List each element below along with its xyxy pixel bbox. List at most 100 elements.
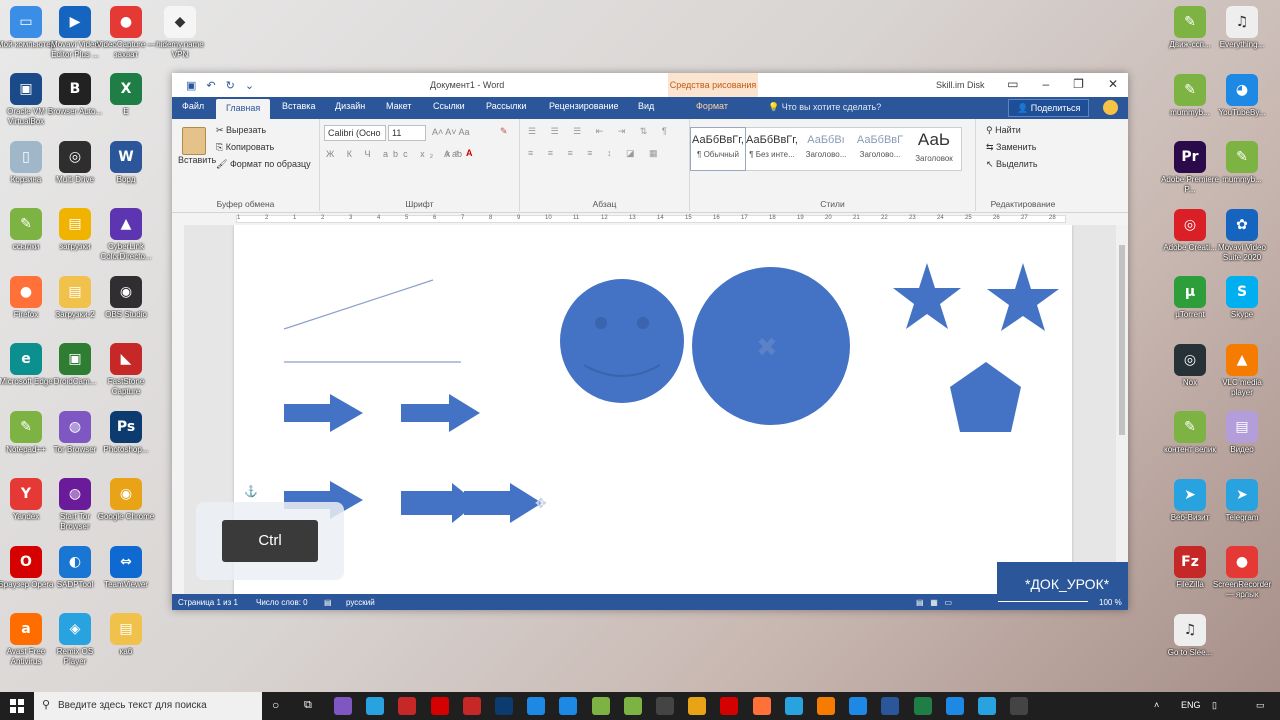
taskbar-app-icon-14[interactable]	[784, 697, 803, 715]
align-buttons[interactable]: ≡ ≡ ≡ ≡ ↕ ◪ ▦	[528, 148, 664, 159]
clear-format-icon[interactable]: ✎	[500, 126, 508, 137]
tab-mailings[interactable]: Рассылки	[486, 101, 526, 111]
vertical-ruler[interactable]	[172, 225, 184, 595]
right-desktop-icon-7[interactable]: ✿ Movavi Video Suite 2020	[1212, 208, 1272, 263]
right-desktop-icon-14[interactable]: ➤ Веб-Визит	[1160, 478, 1220, 533]
undo-icon[interactable]: ↶	[206, 79, 215, 92]
right-desktop-icon-6[interactable]: ◎ Adobe Creati...	[1160, 208, 1220, 263]
right-desktop-icon-15[interactable]: ➤ Telegram	[1212, 478, 1272, 533]
tab-view[interactable]: Вид	[638, 101, 654, 111]
arrow-shape-1[interactable]	[284, 394, 363, 432]
save-icon[interactable]: ▣	[186, 79, 196, 92]
taskbar-app-icon-15[interactable]	[817, 697, 835, 715]
font-grow-shrink[interactable]: A˄ A˅ Aa	[432, 127, 470, 137]
notifications-icon[interactable]: ▭	[1256, 700, 1265, 711]
taskbar-app-icon-9[interactable]	[623, 697, 642, 715]
ribbon-display-icon[interactable]: ▭	[1007, 77, 1018, 91]
right-desktop-icon-4[interactable]: Pr Adobe Premiere P...	[1160, 141, 1220, 195]
right-desktop-icon-11[interactable]: ▲ VLC media player	[1212, 343, 1272, 398]
taskbar-app-icon-16[interactable]	[849, 697, 868, 715]
status-page[interactable]: Страница 1 из 1	[178, 598, 238, 607]
horizontal-ruler[interactable]: 1 2 1 2 3 4 5 6 7 8 9 10 11 12 13 14 15 16 17 18 19 20 21 22 23 2…	[172, 213, 1128, 225]
style-tile-2[interactable]: АаБбВı Заголово...	[799, 128, 853, 170]
copy-button[interactable]: ⎘ Копировать	[216, 142, 274, 153]
right-desktop-icon-18[interactable]: ♫ Go to Slee...	[1160, 613, 1220, 668]
taskbar-app-icon-12[interactable]	[720, 697, 739, 715]
right-desktop-icon-0[interactable]: ✎ Движ-ссп...	[1160, 6, 1220, 60]
left-desktop-icon-2[interactable]: ● VideoCapture — захват	[96, 6, 156, 60]
network-icon[interactable]: ▯	[1212, 700, 1217, 711]
taskbar-app-icon-8[interactable]	[591, 697, 610, 715]
document-page[interactable]: ✥ ✖ ⚓	[234, 225, 1072, 595]
list-buttons[interactable]: ☰ ☰ ☰ ⇤ ⇥ ⇅ ¶	[528, 126, 673, 137]
taskbar-app-icon-21[interactable]	[1010, 697, 1029, 715]
select-button[interactable]: ↖ Выделить	[986, 159, 1038, 170]
taskbar-app-icon-10[interactable]	[656, 697, 674, 715]
pentagon-shape[interactable]	[950, 362, 1021, 432]
redo-icon[interactable]: ↻	[226, 79, 235, 92]
language-indicator[interactable]: ENG	[1181, 700, 1201, 710]
taskbar-app-icon-0[interactable]	[334, 697, 352, 715]
taskbar-app-icon-19[interactable]	[945, 697, 964, 715]
left-desktop-icon-6[interactable]: XE	[96, 73, 156, 127]
tab-home[interactable]: Главная	[216, 99, 271, 119]
taskbar-app-icon-4[interactable]	[462, 697, 481, 715]
tab-design[interactable]: Дизайн	[335, 101, 365, 111]
style-tile-1[interactable]: АаБбВвГг, ¶ Без инте...	[745, 128, 799, 170]
skill-disk-label[interactable]: Skill.im Disk	[936, 80, 985, 90]
tab-review[interactable]: Рецензирование	[549, 101, 619, 111]
task-view-icon[interactable]: ⧉	[304, 699, 312, 712]
taskbar-app-icon-5[interactable]	[495, 697, 513, 715]
star-shape-2[interactable]	[987, 263, 1059, 331]
taskbar-app-icon-18[interactable]	[913, 697, 932, 715]
replace-button[interactable]: ⇆ Заменить	[986, 142, 1037, 153]
left-desktop-icon-21[interactable]: Ps Photoshop...	[96, 410, 156, 465]
left-desktop-icon-12[interactable]: ▲ CyberLink ColorDirecto...	[96, 208, 156, 262]
taskbar-app-icon-17[interactable]	[881, 697, 900, 715]
taskbar-app-icon-2[interactable]	[398, 697, 417, 715]
text-effects[interactable]: A ab	[444, 149, 462, 159]
paste-button[interactable]: Вставить	[178, 127, 216, 165]
tab-file[interactable]: Файл	[182, 101, 204, 111]
left-desktop-icon-30[interactable]: ▤ каб	[96, 613, 156, 667]
smiley-face-shape[interactable]	[560, 279, 684, 403]
tab-format[interactable]: Формат	[696, 101, 728, 111]
left-desktop-icon-15[interactable]: ◉ OBS Studio	[96, 275, 156, 330]
taskbar-app-icon-7[interactable]	[559, 697, 578, 715]
close-button[interactable]: ✕	[1108, 77, 1118, 91]
status-zoom[interactable]: 100 %	[1099, 598, 1122, 607]
right-desktop-icon-17[interactable]: ● ScreenRecorder — ярлык	[1212, 546, 1272, 600]
font-style-buttons[interactable]: Ж К Ч abc x₂ x²	[326, 149, 463, 159]
left-desktop-icon-27[interactable]: ⇔ TeamViewer	[96, 545, 156, 600]
right-desktop-icon-8[interactable]: µ µTorrent	[1160, 276, 1220, 330]
arrow-shape-dragging[interactable]	[464, 483, 542, 523]
view-buttons[interactable]: ▤ ▦ ▭	[916, 598, 952, 607]
left-desktop-icon-24[interactable]: ◉ Google Chrome	[96, 478, 156, 532]
scrollbar-thumb[interactable]	[1119, 245, 1125, 435]
status-words[interactable]: Число слов: 0	[256, 598, 308, 607]
taskbar-app-icon-11[interactable]	[688, 697, 707, 715]
vertical-scrollbar[interactable]	[1116, 225, 1128, 595]
left-desktop-icon-9[interactable]: W Ворд	[96, 140, 156, 195]
style-tile-0[interactable]: АаБбВвГг, ¶ Обычный	[690, 127, 746, 171]
cut-button[interactable]: ✂ Вырезать	[216, 125, 266, 136]
zoom-slider[interactable]	[998, 601, 1088, 602]
format-painter-button[interactable]: 🖌 Формат по образцу	[216, 159, 311, 170]
tell-me-search[interactable]: 💡 Что вы хотите сделать?	[768, 102, 881, 113]
star-shape-1[interactable]	[893, 263, 961, 329]
taskbar-app-icon-6[interactable]	[527, 697, 546, 715]
right-desktop-icon-9[interactable]: S Skype	[1212, 276, 1272, 330]
right-desktop-icon-12[interactable]: ✎ контент велик	[1160, 411, 1220, 465]
tab-layout[interactable]: Макет	[386, 101, 411, 111]
start-button[interactable]	[10, 699, 24, 713]
taskbar-app-icon-13[interactable]	[752, 697, 771, 715]
right-desktop-icon-3[interactable]: ◕ YouTubeBy...	[1212, 73, 1272, 128]
cortana-icon[interactable]: ○	[272, 698, 279, 712]
font-name-select[interactable]: Calibri (Осно	[324, 125, 386, 141]
right-desktop-icon-1[interactable]: ♫ Everything...	[1212, 6, 1272, 60]
tab-insert[interactable]: Вставка	[282, 101, 315, 111]
share-button[interactable]: 👤 Поделиться	[1008, 99, 1090, 117]
right-desktop-icon-13[interactable]: ▤ Видео	[1212, 411, 1272, 465]
right-desktop-icon-5[interactable]: ✎ mummyb...	[1212, 141, 1272, 195]
taskbar-app-icon-20[interactable]	[978, 697, 996, 715]
